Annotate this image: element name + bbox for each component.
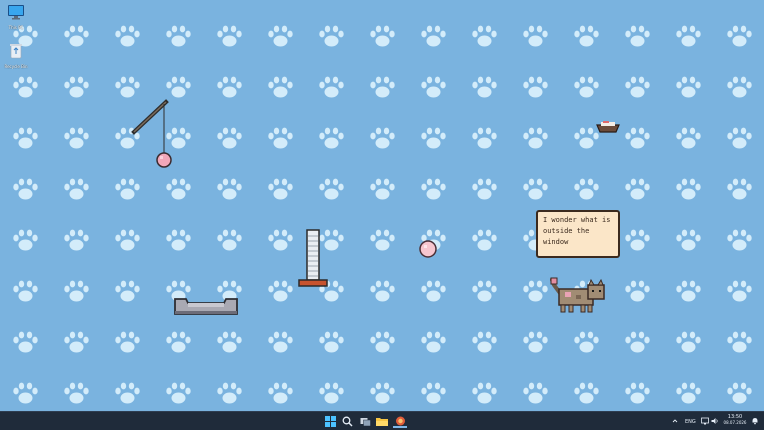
language-indicator[interactable]: ENG [685, 419, 696, 425]
chevron-up-icon[interactable] [672, 418, 678, 424]
start-icon [324, 416, 336, 427]
task-view-button[interactable] [358, 415, 372, 428]
desktop-pet-app-icon [395, 416, 405, 426]
desktop-icon-this-pc[interactable]: This PC [1, 4, 31, 30]
desktop-icon-label: This PC [8, 25, 24, 30]
taskbar: ENG 13:50 08.07.2026 [0, 411, 764, 430]
pet-speech-bubble: I wonder what is outside the window [536, 210, 620, 258]
desktop-wallpaper: This PC Recycle Bin I wonder what is out… [0, 0, 764, 411]
task-view-icon [360, 418, 371, 427]
search-icon [342, 416, 352, 427]
desktop-pet-app-button[interactable] [393, 415, 407, 428]
file-explorer-icon [376, 418, 388, 426]
ball-toy-icon[interactable] [418, 239, 438, 259]
file-explorer-button[interactable] [375, 415, 389, 428]
recycle-bin-icon [10, 44, 22, 59]
desktop-icon-label: Recycle Bin [4, 64, 28, 69]
start-button[interactable] [323, 415, 337, 428]
clock[interactable]: 13:50 08.07.2026 [723, 414, 747, 426]
food-bowl-icon[interactable] [595, 118, 621, 134]
search-button[interactable] [340, 415, 354, 428]
desktop-icon-recycle-bin[interactable]: Recycle Bin [1, 43, 31, 69]
volume-icon[interactable] [711, 417, 719, 425]
cat-bed-icon[interactable] [172, 291, 240, 319]
monitor-icon [8, 5, 24, 20]
desktop-cat-pet-icon[interactable] [550, 277, 608, 315]
clock-date: 08.07.2026 [723, 420, 747, 425]
network-icon[interactable] [701, 417, 709, 425]
scratching-post-icon[interactable] [296, 228, 330, 290]
wand-toy-icon[interactable] [128, 98, 178, 170]
notification-icon[interactable] [751, 417, 759, 425]
